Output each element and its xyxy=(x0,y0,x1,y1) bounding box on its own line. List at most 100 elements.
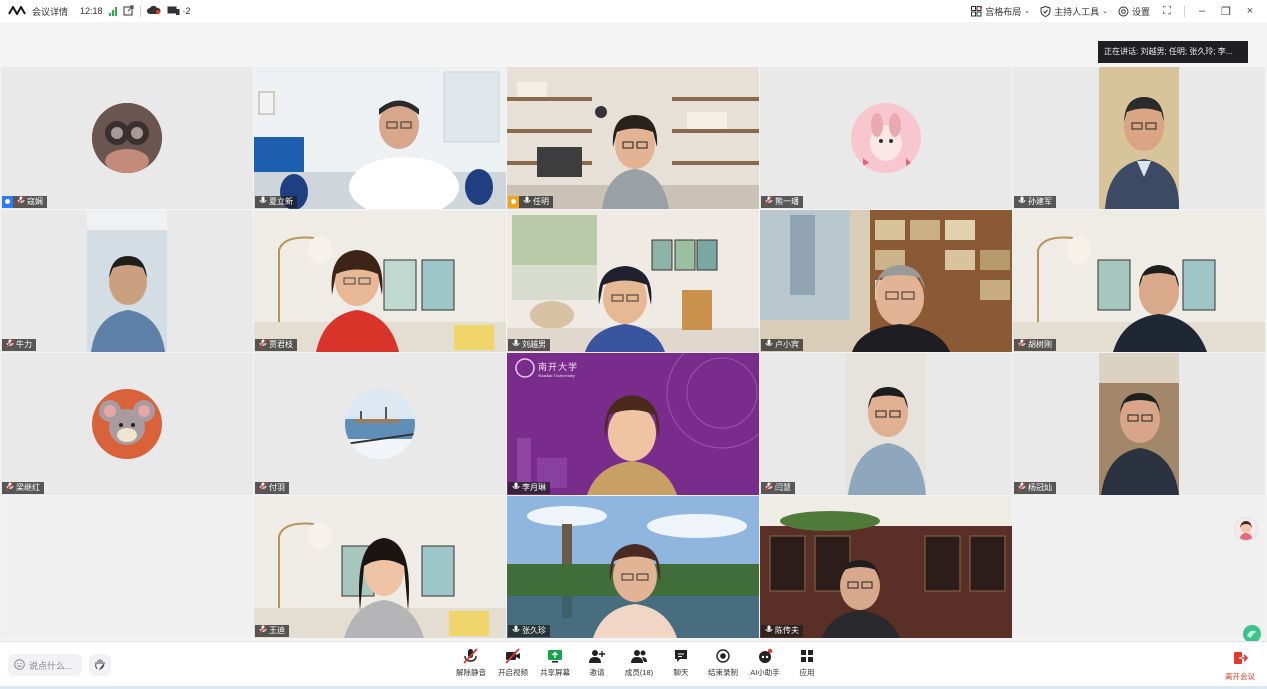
video-off-icon xyxy=(504,648,522,664)
members-icon xyxy=(630,648,648,664)
video-tile[interactable]: 付羽 xyxy=(254,353,506,495)
speaking-indicator: 正在讲话: 刘越男; 任明; 张久玲; 李... xyxy=(1098,41,1248,63)
muted-mic-icon xyxy=(17,195,25,209)
share-screen-button[interactable]: 共享屏幕 xyxy=(534,648,576,678)
video-feed xyxy=(1013,353,1265,495)
participant-nametag: 梁继红 xyxy=(2,481,44,495)
ai-assistant-button[interactable]: AI小助手 xyxy=(744,648,786,678)
video-tile[interactable]: 张久珍 xyxy=(507,496,759,638)
muted-mic-icon xyxy=(765,195,773,209)
close-icon[interactable]: × xyxy=(1243,5,1257,17)
app-logo-icon xyxy=(8,4,26,17)
apps-button[interactable]: 应用 xyxy=(786,648,828,678)
muted-mic-icon xyxy=(259,624,267,638)
top-bar: 会议详情 12:18 ·2 宫格布局 ⌄ 主持人工具 ⌄ 设置 ⛶ – ❐ × xyxy=(0,0,1267,22)
video-grid: 寇娴 夏立新 任明 熊一璠 孙建军 牛力 贾君枝 刘越男 卢小宾 胡树刚 梁继红… xyxy=(1,67,1266,639)
speaking-prefix: 正在讲话: xyxy=(1104,47,1139,56)
quick-chat-input[interactable]: 说点什么... xyxy=(8,654,82,676)
device-count: ·2 xyxy=(182,6,191,16)
video-feed xyxy=(760,353,1012,495)
participant-name: 胡树刚 xyxy=(1028,340,1052,349)
video-tile[interactable]: 熊一璠 xyxy=(760,67,1012,209)
participant-name: 付羽 xyxy=(269,483,285,492)
participant-name: 陈传夫 xyxy=(775,626,799,635)
signal-icon[interactable] xyxy=(108,6,117,16)
video-feed xyxy=(507,496,759,638)
tool-label: 邀请 xyxy=(589,668,605,677)
leave-meeting-button[interactable]: 离开会议 xyxy=(1225,650,1255,682)
video-feed xyxy=(760,210,1012,352)
raise-hand-button[interactable] xyxy=(89,654,111,676)
video-tile[interactable]: 贾君枝 xyxy=(254,210,506,352)
assistant-avatar-icon[interactable] xyxy=(1234,517,1258,541)
mic-icon xyxy=(765,625,773,638)
end-recording-button[interactable]: 结束录制 xyxy=(702,648,744,678)
meeting-controls: 解除静音 开启视频 共享屏幕 邀请 成员(18) 聊天 结束录制 AI小助手 应… xyxy=(450,648,828,678)
participant-nametag: 胡树刚 xyxy=(1014,338,1056,351)
minimize-icon[interactable]: – xyxy=(1195,5,1209,17)
restore-icon[interactable]: ❐ xyxy=(1219,5,1233,18)
unmute-button[interactable]: 解除静音 xyxy=(450,648,492,678)
university-name-en: Nankai University xyxy=(538,373,575,378)
cohost-badge-icon xyxy=(508,196,519,208)
tool-label: 解除静音 xyxy=(456,668,486,677)
video-tile[interactable]: 任明 xyxy=(507,67,759,209)
members-button[interactable]: 成员(18) xyxy=(618,648,660,678)
video-feed xyxy=(507,67,759,209)
muted-mic-icon xyxy=(259,481,267,495)
host-tools-menu[interactable]: 主持人工具 ⌄ xyxy=(1040,5,1108,18)
participant-nametag: 陈传夫 xyxy=(761,625,803,637)
video-tile[interactable]: 卢小宾 xyxy=(760,210,1012,352)
muted-mic-icon xyxy=(462,648,480,664)
fullscreen-icon[interactable]: ⛶ xyxy=(1160,5,1174,18)
participant-nametag: 熊一璠 xyxy=(761,195,803,209)
video-tile[interactable]: 寇娴 xyxy=(1,67,253,209)
invite-icon xyxy=(588,648,606,664)
video-tile[interactable]: 孙建军 xyxy=(1013,67,1265,209)
chat-button[interactable]: 聊天 xyxy=(660,648,702,678)
tool-label: 结束录制 xyxy=(708,668,738,677)
meeting-info-link[interactable]: 会议详情 xyxy=(32,5,68,18)
avatar xyxy=(345,389,415,459)
mic-icon xyxy=(1018,196,1026,209)
video-tile[interactable]: 闫慧 xyxy=(760,353,1012,495)
settings-button[interactable]: 设置 xyxy=(1118,5,1150,18)
university-logo: 南开大学 Nankai University xyxy=(538,360,578,378)
leave-icon xyxy=(1232,650,1249,668)
device-indicator[interactable]: ·2 xyxy=(167,6,191,16)
popout-icon[interactable] xyxy=(122,4,134,18)
cloud-icon[interactable] xyxy=(146,5,161,17)
ai-assistant-icon xyxy=(756,648,774,664)
muted-mic-icon xyxy=(6,481,14,495)
video-tile[interactable]: 杨冠灿 xyxy=(1013,353,1265,495)
layout-menu[interactable]: 宫格布局 ⌄ xyxy=(971,5,1030,18)
participant-nametag: 贾君枝 xyxy=(255,338,297,352)
video-tile[interactable]: 夏立新 xyxy=(254,67,506,209)
avatar xyxy=(851,103,921,173)
participant-nametag: 杨冠灿 xyxy=(1014,481,1056,494)
muted-mic-icon xyxy=(259,338,267,352)
video-tile[interactable]: 陈传夫 xyxy=(760,496,1012,638)
video-tile[interactable]: 胡树刚 xyxy=(1013,210,1265,352)
video-tile[interactable]: 南开大学 Nankai University 李月琳 xyxy=(507,353,759,495)
video-tile[interactable]: 王迪 xyxy=(254,496,506,638)
chat-placeholder: 说点什么... xyxy=(29,660,73,671)
video-tile[interactable]: 牛力 xyxy=(1,210,253,352)
participant-name: 夏立新 xyxy=(269,197,293,206)
mic-icon xyxy=(259,196,267,209)
divider xyxy=(1184,5,1185,17)
speaking-names: 刘越男; 任明; 张久玲; 李... xyxy=(1140,47,1233,56)
video-feed xyxy=(254,67,506,209)
tool-label: 应用 xyxy=(799,668,815,677)
participant-name: 闫慧 xyxy=(775,483,791,492)
participant-name: 寇娴 xyxy=(27,197,43,206)
bottom-toolbar: 说点什么... 解除静音 开启视频 共享屏幕 邀请 成员(18) 聊天 结束录制… xyxy=(0,641,1267,689)
video-tile-active-speaker[interactable]: 刘越男 xyxy=(507,210,759,352)
start-video-button[interactable]: 开启视频 xyxy=(492,648,534,678)
meeting-time: 12:18 xyxy=(80,6,103,16)
video-tile[interactable]: 梁继红 xyxy=(1,353,253,495)
participant-nametag: 夏立新 xyxy=(255,196,297,208)
video-feed xyxy=(1013,210,1265,352)
invite-button[interactable]: 邀请 xyxy=(576,648,618,678)
empty-tile xyxy=(1013,496,1265,638)
